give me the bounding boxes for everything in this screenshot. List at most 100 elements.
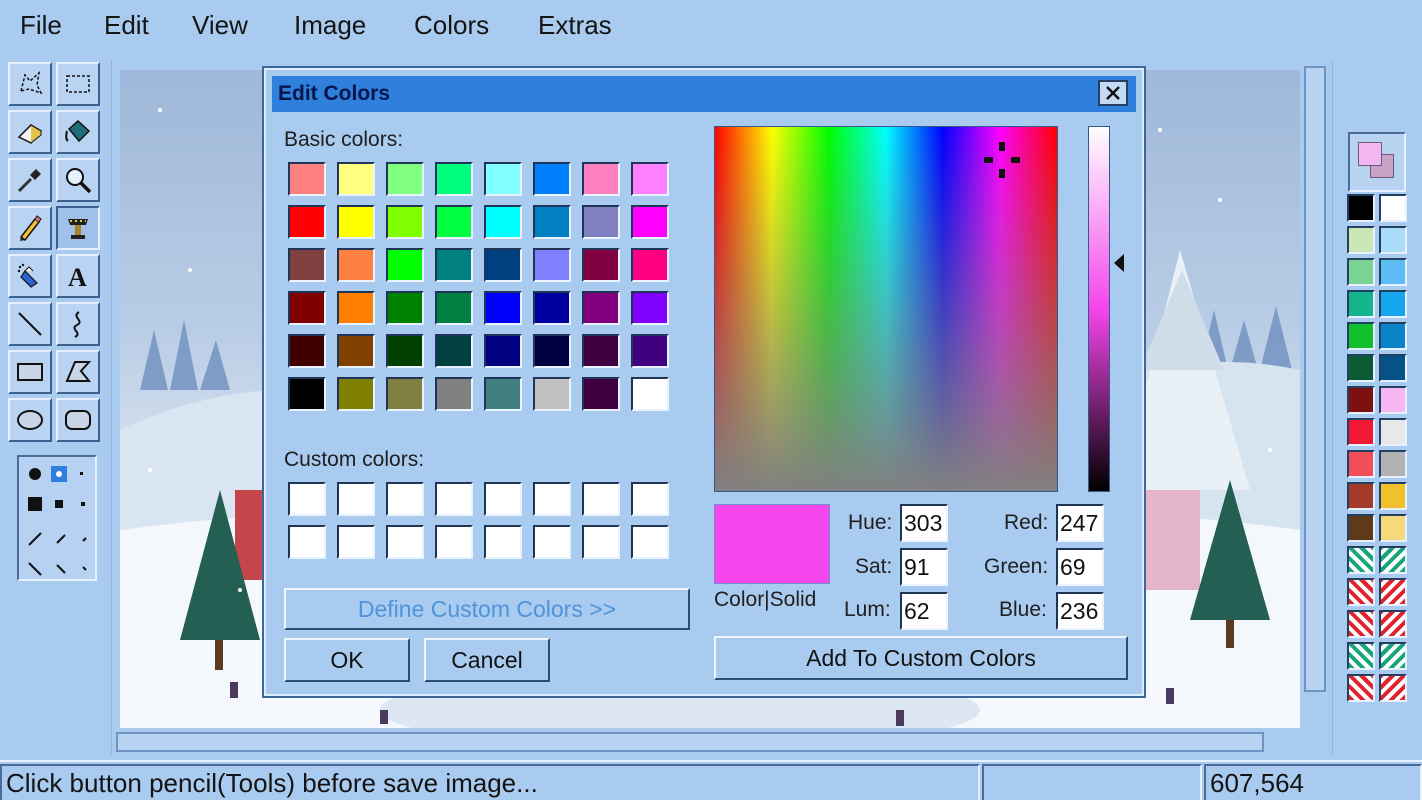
custom-color-swatch[interactable] xyxy=(582,482,620,516)
palette-color-swatch[interactable] xyxy=(1347,258,1375,286)
basic-color-swatch[interactable] xyxy=(337,205,375,239)
palette-pattern-swatch[interactable] xyxy=(1347,610,1375,638)
palette-color-swatch[interactable] xyxy=(1379,386,1407,414)
color-picker-tool[interactable] xyxy=(8,158,52,202)
palette-pattern-swatch[interactable] xyxy=(1347,674,1375,702)
basic-color-swatch[interactable] xyxy=(484,291,522,325)
basic-color-swatch[interactable] xyxy=(484,334,522,368)
basic-color-swatch[interactable] xyxy=(337,334,375,368)
basic-color-swatch[interactable] xyxy=(288,334,326,368)
add-to-custom-colors-button[interactable]: Add To Custom Colors xyxy=(714,636,1128,680)
eraser-tool[interactable] xyxy=(8,110,52,154)
basic-color-swatch[interactable] xyxy=(386,248,424,282)
basic-color-swatch[interactable] xyxy=(582,377,620,411)
basic-color-swatch[interactable] xyxy=(533,377,571,411)
basic-color-swatch[interactable] xyxy=(631,377,669,411)
custom-color-swatch[interactable] xyxy=(533,482,571,516)
curve-tool[interactable] xyxy=(56,302,100,346)
lum-field[interactable]: 62 xyxy=(900,592,948,630)
brush-tool[interactable] xyxy=(56,206,100,250)
palette-color-swatch[interactable] xyxy=(1347,418,1375,446)
basic-color-swatch[interactable] xyxy=(386,291,424,325)
basic-color-swatch[interactable] xyxy=(337,291,375,325)
basic-color-swatch[interactable] xyxy=(533,248,571,282)
basic-color-swatch[interactable] xyxy=(533,205,571,239)
ok-button[interactable]: OK xyxy=(284,638,410,682)
text-tool[interactable]: A xyxy=(56,254,100,298)
palette-color-swatch[interactable] xyxy=(1347,290,1375,318)
color-spectrum[interactable] xyxy=(714,126,1058,492)
magnifier-tool[interactable] xyxy=(56,158,100,202)
brush-shape-large-round[interactable] xyxy=(29,468,41,480)
horizontal-scrollbar[interactable] xyxy=(116,732,1264,752)
basic-color-swatch[interactable] xyxy=(533,334,571,368)
palette-color-swatch[interactable] xyxy=(1379,450,1407,478)
close-button[interactable] xyxy=(1098,80,1128,106)
palette-color-swatch[interactable] xyxy=(1347,386,1375,414)
custom-color-swatch[interactable] xyxy=(484,525,522,559)
basic-color-swatch[interactable] xyxy=(582,248,620,282)
palette-pattern-swatch[interactable] xyxy=(1379,578,1407,606)
basic-color-swatch[interactable] xyxy=(386,205,424,239)
palette-pattern-swatch[interactable] xyxy=(1379,610,1407,638)
basic-color-swatch[interactable] xyxy=(435,291,473,325)
palette-color-swatch[interactable] xyxy=(1379,514,1407,542)
polygon-tool[interactable] xyxy=(56,350,100,394)
palette-pattern-swatch[interactable] xyxy=(1347,578,1375,606)
palette-color-swatch[interactable] xyxy=(1379,226,1407,254)
airbrush-tool[interactable] xyxy=(8,254,52,298)
basic-color-swatch[interactable] xyxy=(631,205,669,239)
basic-color-swatch[interactable] xyxy=(533,291,571,325)
brush-shape-medium-square[interactable] xyxy=(55,500,63,508)
custom-color-swatch[interactable] xyxy=(288,525,326,559)
menu-view[interactable]: View xyxy=(192,10,248,41)
palette-color-swatch[interactable] xyxy=(1347,482,1375,510)
basic-color-swatch[interactable] xyxy=(631,291,669,325)
palette-pattern-swatch[interactable] xyxy=(1347,546,1375,574)
pencil-tool[interactable] xyxy=(8,206,52,250)
basic-color-swatch[interactable] xyxy=(288,291,326,325)
menu-extras[interactable]: Extras xyxy=(538,10,612,41)
basic-color-swatch[interactable] xyxy=(386,377,424,411)
brush-shape-small-square[interactable] xyxy=(81,502,85,506)
current-colors[interactable] xyxy=(1348,132,1406,192)
basic-color-swatch[interactable] xyxy=(484,205,522,239)
palette-color-swatch[interactable] xyxy=(1347,194,1375,222)
basic-color-swatch[interactable] xyxy=(435,377,473,411)
basic-color-swatch[interactable] xyxy=(582,291,620,325)
brush-shape-small-round[interactable] xyxy=(80,472,83,475)
basic-color-swatch[interactable] xyxy=(337,248,375,282)
custom-color-swatch[interactable] xyxy=(337,525,375,559)
basic-color-swatch[interactable] xyxy=(631,334,669,368)
basic-color-swatch[interactable] xyxy=(631,248,669,282)
palette-color-swatch[interactable] xyxy=(1379,194,1407,222)
red-field[interactable]: 247 xyxy=(1056,504,1104,542)
custom-color-swatch[interactable] xyxy=(386,525,424,559)
line-tool[interactable] xyxy=(8,302,52,346)
rectangle-tool[interactable] xyxy=(8,350,52,394)
basic-color-swatch[interactable] xyxy=(533,162,571,196)
basic-color-swatch[interactable] xyxy=(435,248,473,282)
palette-pattern-swatch[interactable] xyxy=(1347,642,1375,670)
basic-color-swatch[interactable] xyxy=(435,205,473,239)
basic-color-swatch[interactable] xyxy=(435,334,473,368)
menu-image[interactable]: Image xyxy=(294,10,366,41)
palette-pattern-swatch[interactable] xyxy=(1379,642,1407,670)
custom-color-swatch[interactable] xyxy=(337,482,375,516)
basic-color-swatch[interactable] xyxy=(337,162,375,196)
custom-color-swatch[interactable] xyxy=(533,525,571,559)
basic-color-swatch[interactable] xyxy=(582,162,620,196)
palette-color-swatch[interactable] xyxy=(1347,514,1375,542)
cancel-button[interactable]: Cancel xyxy=(424,638,550,682)
basic-color-swatch[interactable] xyxy=(484,377,522,411)
basic-color-swatch[interactable] xyxy=(288,377,326,411)
luminance-slider[interactable] xyxy=(1088,126,1110,492)
basic-color-swatch[interactable] xyxy=(484,162,522,196)
palette-pattern-swatch[interactable] xyxy=(1379,546,1407,574)
menu-file[interactable]: File xyxy=(20,10,62,41)
palette-color-swatch[interactable] xyxy=(1347,354,1375,382)
menu-edit[interactable]: Edit xyxy=(104,10,149,41)
basic-color-swatch[interactable] xyxy=(337,377,375,411)
free-select-tool[interactable] xyxy=(8,62,52,106)
custom-color-swatch[interactable] xyxy=(484,482,522,516)
